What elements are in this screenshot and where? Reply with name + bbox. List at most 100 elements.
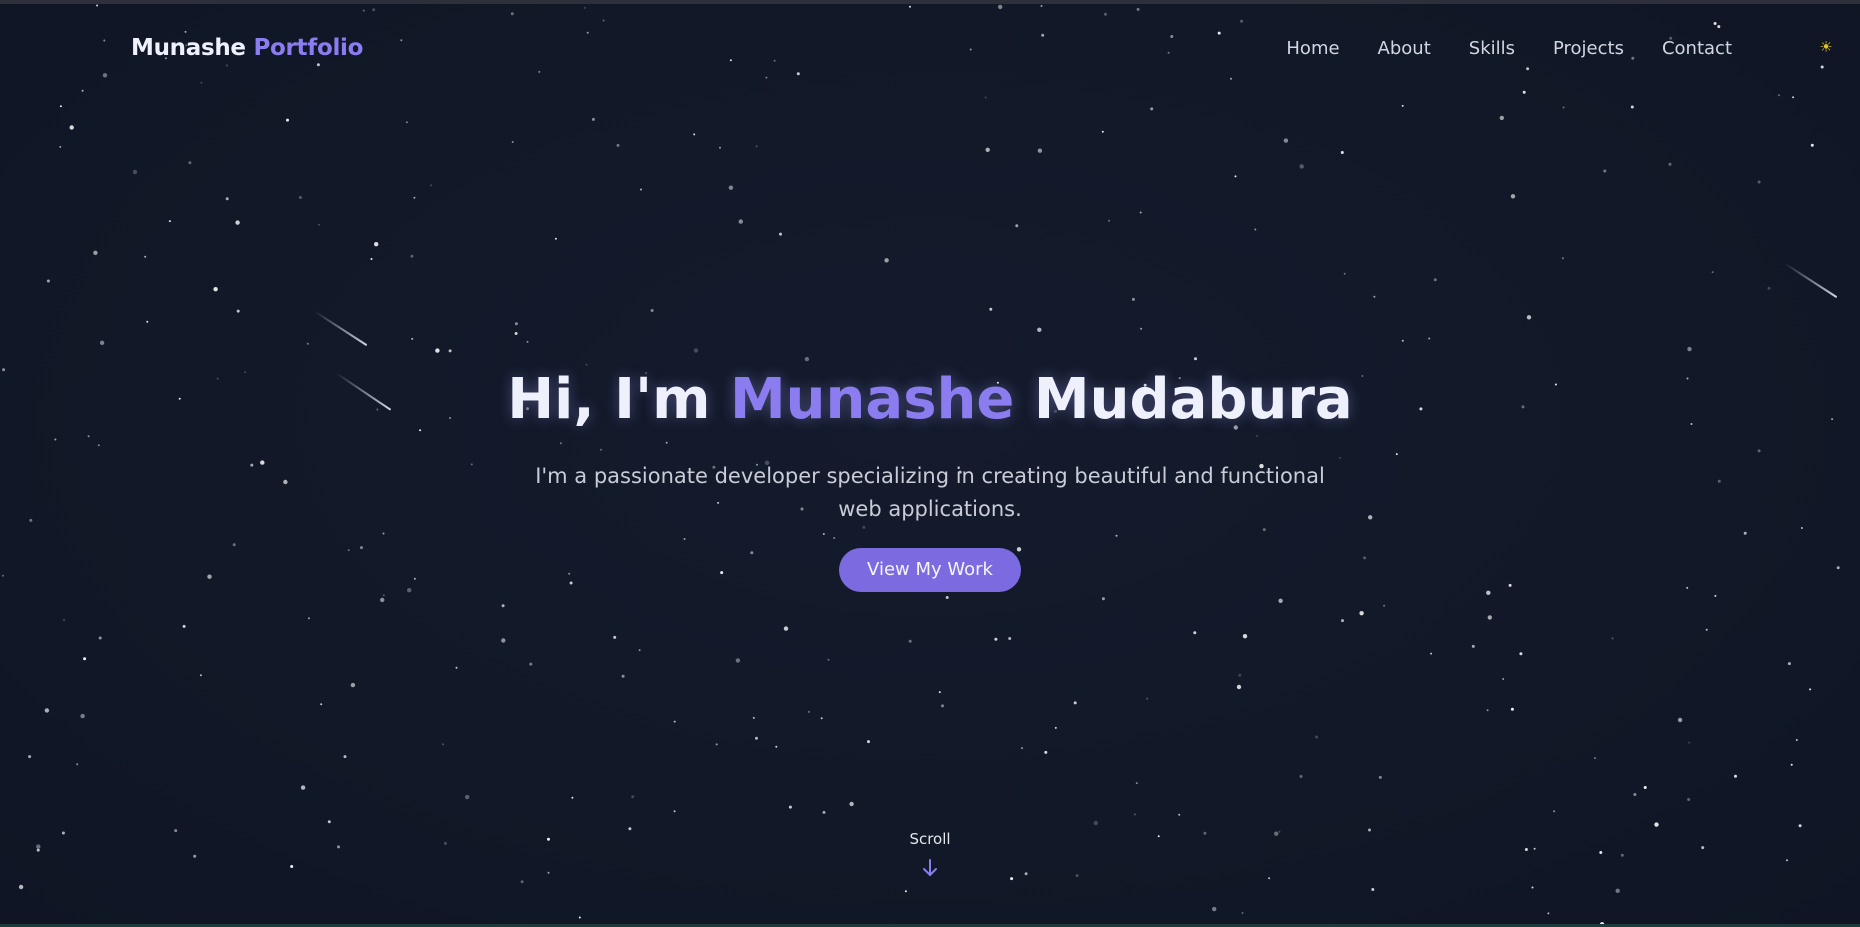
hero-first-name: Munashe (729, 367, 1015, 432)
star (547, 871, 550, 874)
star (1687, 346, 1692, 352)
star (1705, 628, 1708, 631)
star (1073, 701, 1077, 705)
star (199, 674, 202, 677)
star (1343, 272, 1346, 275)
nav-link-about[interactable]: About (1378, 38, 1431, 59)
star (1688, 741, 1691, 744)
star (1778, 94, 1780, 97)
star (1767, 286, 1771, 290)
star (1561, 257, 1564, 260)
star (867, 740, 870, 744)
star (613, 635, 617, 639)
star (337, 845, 340, 849)
star (1378, 775, 1382, 779)
star (290, 865, 294, 868)
star (374, 242, 379, 247)
star (941, 704, 944, 708)
star (1203, 831, 1207, 835)
star (59, 145, 62, 148)
star (1278, 598, 1283, 603)
star (1433, 278, 1437, 282)
star (1383, 604, 1386, 607)
star (1241, 912, 1244, 914)
star (99, 340, 105, 345)
star (28, 755, 32, 759)
star (638, 649, 641, 652)
star (1150, 107, 1154, 111)
star (1373, 295, 1376, 298)
star (884, 258, 889, 263)
star (1547, 912, 1550, 915)
star (442, 743, 444, 746)
scroll-indicator[interactable]: Scroll (880, 830, 980, 878)
nav-link-projects[interactable]: Projects (1553, 38, 1624, 59)
star (827, 658, 830, 661)
star (144, 255, 147, 258)
star (1757, 180, 1761, 184)
star (1701, 846, 1705, 850)
view-my-work-button[interactable]: View My Work (839, 548, 1021, 592)
nav-link-skills[interactable]: Skills (1469, 38, 1515, 59)
hero-subtitle: I'm a passionate developer specializing … (535, 464, 1325, 521)
star (501, 638, 506, 643)
star (1037, 327, 1042, 332)
star (318, 223, 320, 226)
star (1526, 315, 1532, 320)
star (779, 232, 782, 236)
star (673, 810, 676, 813)
star (448, 349, 452, 353)
brand-logo[interactable]: Munashe Portfolio (131, 35, 363, 61)
star (628, 827, 632, 831)
star (443, 841, 447, 845)
star (1430, 652, 1433, 655)
hero-last-name: Mudabura (1033, 367, 1353, 432)
star (1553, 810, 1556, 813)
star (554, 237, 557, 240)
star (715, 743, 718, 746)
star (1687, 798, 1691, 801)
star (1131, 297, 1135, 301)
star (520, 880, 524, 884)
star (69, 125, 74, 130)
star (1734, 774, 1737, 778)
star (985, 147, 990, 152)
star (465, 794, 470, 800)
star (1315, 735, 1319, 739)
star (370, 258, 373, 260)
nav-link-contact[interactable]: Contact (1662, 38, 1732, 59)
theme-toggle-button[interactable]: ☀ (1816, 37, 1836, 57)
star (1809, 688, 1812, 691)
star (1194, 357, 1197, 361)
nav-link-home[interactable]: Home (1286, 38, 1339, 59)
star (783, 626, 789, 631)
star (1101, 130, 1104, 133)
star (1054, 726, 1057, 729)
star (1798, 824, 1802, 828)
star (547, 837, 550, 841)
star (1157, 835, 1160, 838)
star (820, 717, 823, 720)
star (1139, 211, 1142, 214)
star (893, 923, 895, 924)
star (1786, 859, 1788, 862)
star (511, 141, 514, 143)
star (1599, 922, 1605, 924)
star (808, 710, 810, 713)
star (1254, 228, 1257, 231)
star (529, 662, 533, 666)
star (18, 884, 24, 890)
star (1643, 786, 1647, 789)
star (989, 307, 993, 311)
star (182, 624, 186, 628)
star (1499, 115, 1505, 121)
star (193, 854, 197, 858)
star (1487, 615, 1493, 620)
star (1524, 848, 1528, 851)
star (1787, 662, 1791, 666)
star (80, 713, 85, 719)
star (693, 133, 696, 136)
star (1278, 830, 1281, 833)
star (1140, 327, 1143, 330)
star (44, 708, 50, 713)
